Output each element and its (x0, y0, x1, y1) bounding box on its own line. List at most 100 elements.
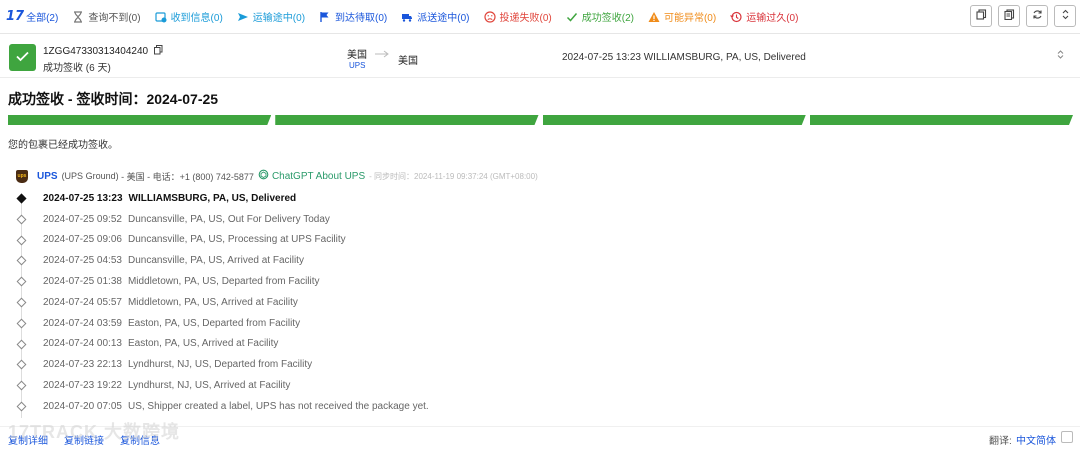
event-time: 2024-07-23 22:13 (43, 359, 122, 371)
event-time: 2024-07-24 05:57 (43, 296, 122, 308)
expand-collapse-button[interactable] (1054, 5, 1076, 27)
timeline-event: 2024-07-24 05:57 Middletown, PA, US, Arr… (14, 292, 714, 313)
filter-tab-exception[interactable]: 可能异常(0) (648, 0, 716, 34)
filter-tab-expired[interactable]: 运输过久(0) (730, 0, 798, 34)
event-time: 2024-07-25 09:06 (43, 234, 122, 246)
chatgpt-icon (258, 169, 269, 183)
event-time: 2024-07-25 04:53 (43, 255, 122, 267)
event-description: WILLIAMSBURG, PA, US, Delivered (128, 192, 297, 204)
filter-tab-label: 查询不到(0) (88, 13, 141, 24)
last-event-summary: 2024-07-25 13:23 WILLIAMSBURG, PA, US, D… (562, 52, 806, 63)
filter-tab-pickup[interactable]: 到达待取(0) (319, 0, 387, 34)
copy-icon[interactable] (153, 45, 163, 58)
origin-country: 美国 (347, 50, 367, 61)
delivery-description: 您的包裹已经成功签收。 (8, 140, 118, 151)
document-copy-icon (1003, 9, 1015, 23)
event-description: Middletown, PA, US, Arrived at Facility (127, 296, 298, 308)
timeline-marker-icon (16, 255, 27, 266)
language-select[interactable]: 中文简体 (1016, 432, 1056, 447)
timeline-marker-icon (16, 214, 27, 225)
timeline-event: 2024-07-24 03:59 Easton, PA, US, Departe… (14, 313, 714, 334)
filter-tab-out-for-delivery[interactable]: 派送途中(0) (401, 0, 470, 34)
package-summary-row[interactable]: 1ZGG47330313404240 成功签收 (6 天) 美国 UPS 美国 … (0, 38, 1080, 78)
progress-segment (275, 115, 538, 125)
chevron-expand-icon (1060, 9, 1071, 23)
event-description: Easton, PA, US, Arrived at Facility (127, 338, 279, 350)
filter-tab-label: 派送途中(0) (417, 13, 470, 24)
collapse-chevron-icon[interactable] (1057, 50, 1064, 61)
route-arrow-icon (375, 50, 389, 61)
filter-tab-all[interactable]: 17 全部(2) (6, 0, 58, 34)
ups-logo-icon: ups (16, 169, 28, 183)
translate-label: 翻译: (989, 436, 1012, 447)
package-status-text: 成功签收 (6 天) (43, 63, 111, 74)
translate-toggle-checkbox[interactable] (1061, 431, 1073, 443)
copy-info-link[interactable]: 复制信息 (120, 432, 160, 447)
carrier-short-name[interactable]: UPS (349, 61, 365, 70)
event-description: Lyndhurst, NJ, US, Arrived at Facility (127, 380, 291, 392)
timeline-marker-icon (16, 297, 27, 308)
event-description: Middletown, PA, US, Departed from Facili… (127, 276, 320, 288)
tracking-timeline: 2024-07-25 13:23 WILLIAMSBURG, PA, US, D… (14, 188, 714, 418)
carrier-info-line: ups UPS (UPS Ground) - 美国 - 电话：+1 (800) … (16, 169, 538, 183)
event-time: 2024-07-25 13:23 (43, 192, 123, 204)
copy-detail-link[interactable]: 复制详细 (8, 432, 48, 447)
filter-tab-label: 成功签收(2) (581, 13, 634, 24)
filter-tab-not-found[interactable]: 查询不到(0) (72, 0, 141, 34)
filter-tab-label: 运输过久(0) (746, 13, 799, 24)
timeline-marker-icon (16, 380, 27, 391)
chatgpt-link[interactable]: ChatGPT About UPS (258, 169, 365, 183)
delivery-truck-icon (401, 11, 413, 23)
destination-country: 美国 (398, 56, 418, 67)
timeline-event: 2024-07-23 19:22 Lyndhurst, NJ, US, Arri… (14, 375, 714, 396)
copy-all-button[interactable] (998, 5, 1020, 27)
delivery-title: 成功签收 - 签收时间：2024-07-25 (8, 91, 219, 107)
tracking-number-line: 1ZGG47330313404240 (43, 45, 163, 58)
filter-tab-label: 收到信息(0) (170, 13, 223, 24)
timeline-marker-icon (16, 359, 27, 370)
event-description: Easton, PA, US, Departed from Facility (127, 317, 301, 329)
check-icon (566, 11, 578, 23)
timeline-event: 2024-07-23 22:13 Lyndhurst, NJ, US, Depa… (14, 354, 714, 375)
detail-footer: 复制详细 复制链接 复制信息 翻译: 中文简体 (0, 426, 1080, 448)
17track-logo: 17 (6, 9, 25, 24)
filter-tab-label: 运输途中(0) (252, 13, 306, 24)
delivered-status-badge (9, 44, 36, 71)
event-description: Lyndhurst, NJ, US, Departed from Facilit… (127, 359, 313, 371)
progress-segment (810, 115, 1073, 125)
timeline-event: 2024-07-25 09:52 Duncansville, PA, US, O… (14, 209, 714, 230)
filter-tab-info-received[interactable]: 收到信息(0) (154, 0, 223, 34)
progress-segment (8, 115, 271, 125)
progress-segment (543, 115, 806, 125)
event-time: 2024-07-25 09:52 (43, 213, 122, 225)
tracking-number[interactable]: 1ZGG47330313404240 (43, 46, 148, 57)
filter-tab-label: 可能异常(0) (663, 13, 717, 24)
timeline-marker-icon (16, 339, 27, 350)
filter-tab-delivered[interactable]: 成功签收(2) (566, 0, 634, 34)
event-time: 2024-07-23 19:22 (43, 380, 122, 392)
refresh-button[interactable] (1026, 5, 1048, 27)
copy-button[interactable] (970, 5, 992, 27)
carrier-service: (UPS Ground) (61, 171, 119, 181)
filter-tab-failed[interactable]: 投递失败(0) (483, 0, 552, 34)
check-icon (16, 51, 29, 65)
airplane-icon (237, 11, 249, 23)
timeline-marker-icon (16, 193, 27, 204)
status-filter-bar: 17 全部(2) 查询不到(0) 收到信息(0) 运输途中(0) 到达待取(0)… (0, 0, 1080, 34)
copy-link-link[interactable]: 复制链接 (64, 432, 104, 447)
timeline-event: 2024-07-25 01:38 Middletown, PA, US, Dep… (14, 271, 714, 292)
event-description: Duncansville, PA, US, Arrived at Facilit… (127, 255, 304, 267)
timeline-event: 2024-07-25 04:53 Duncansville, PA, US, A… (14, 250, 714, 271)
timeline-marker-icon (16, 276, 27, 287)
flag-icon (319, 11, 331, 23)
copy-icon (975, 9, 987, 23)
filter-tab-label: 投递失败(0) (499, 13, 552, 24)
timeline-event: 2024-07-25 13:23 WILLIAMSBURG, PA, US, D… (14, 188, 714, 209)
timeline-marker-icon (16, 235, 27, 246)
sad-face-icon (483, 10, 496, 23)
timeline-event: 2024-07-20 07:05 US, Shipper created a l… (14, 396, 714, 417)
carrier-name[interactable]: UPS (37, 171, 58, 182)
filter-tab-in-transit[interactable]: 运输途中(0) (237, 0, 305, 34)
timeline-event: 2024-07-24 00:13 Easton, PA, US, Arrived… (14, 334, 714, 355)
event-time: 2024-07-24 03:59 (43, 317, 122, 329)
